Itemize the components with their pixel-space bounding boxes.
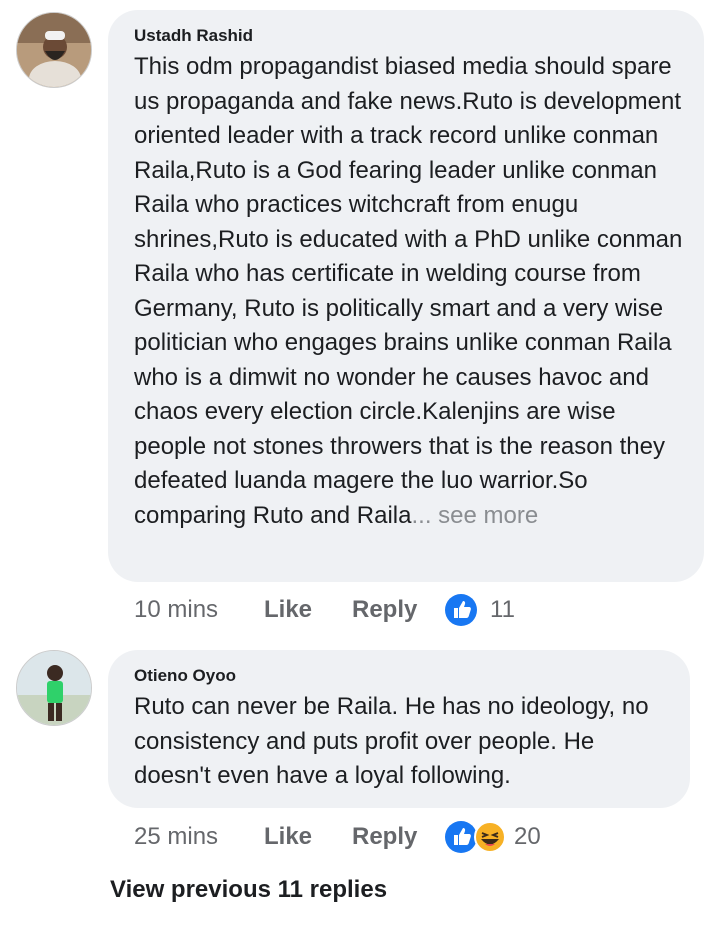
comment-timestamp: 10 mins [134, 596, 219, 623]
reaction-count[interactable]: 11 [490, 590, 515, 630]
comment-bubble: Ustadh Rashid This odm propagandist bias… [108, 10, 704, 582]
comment-actions: 25 mins Like Reply 20 [0, 817, 720, 857]
reactions[interactable] [444, 593, 478, 627]
reply-button[interactable]: Reply [352, 590, 417, 630]
comment-timestamp: 25 mins [134, 823, 219, 850]
reply-button[interactable]: Reply [352, 817, 417, 857]
like-icon [445, 594, 477, 626]
reaction-icons [445, 821, 506, 853]
like-icon [445, 821, 477, 853]
avatar[interactable] [16, 650, 92, 726]
comment-author[interactable]: Otieno Oyoo [134, 666, 236, 686]
comment-text: This odm propagandist biased media shoul… [134, 50, 688, 533]
like-button[interactable]: Like [264, 817, 312, 857]
comment-body: Ruto can never be Raila. He has no ideol… [134, 693, 649, 789]
comment-author[interactable]: Ustadh Rashid [134, 26, 253, 46]
comment-bubble: Otieno Oyoo Ruto can never be Raila. He … [108, 650, 690, 808]
view-previous-replies-link[interactable]: View previous 11 replies [110, 876, 387, 904]
comment-text: Ruto can never be Raila. He has no ideol… [134, 690, 674, 794]
comment-body: This odm propagandist biased media shoul… [134, 53, 683, 529]
avatar-image [17, 13, 91, 87]
reaction-count[interactable]: 20 [514, 817, 541, 857]
see-more-link[interactable]: ... see more [412, 502, 539, 529]
reactions[interactable] [444, 820, 508, 854]
avatar[interactable] [16, 12, 92, 88]
comment-actions: 10 mins Like Reply 11 [0, 590, 720, 630]
laugh-icon [474, 821, 506, 853]
avatar-image [17, 651, 91, 725]
like-button[interactable]: Like [264, 590, 312, 630]
